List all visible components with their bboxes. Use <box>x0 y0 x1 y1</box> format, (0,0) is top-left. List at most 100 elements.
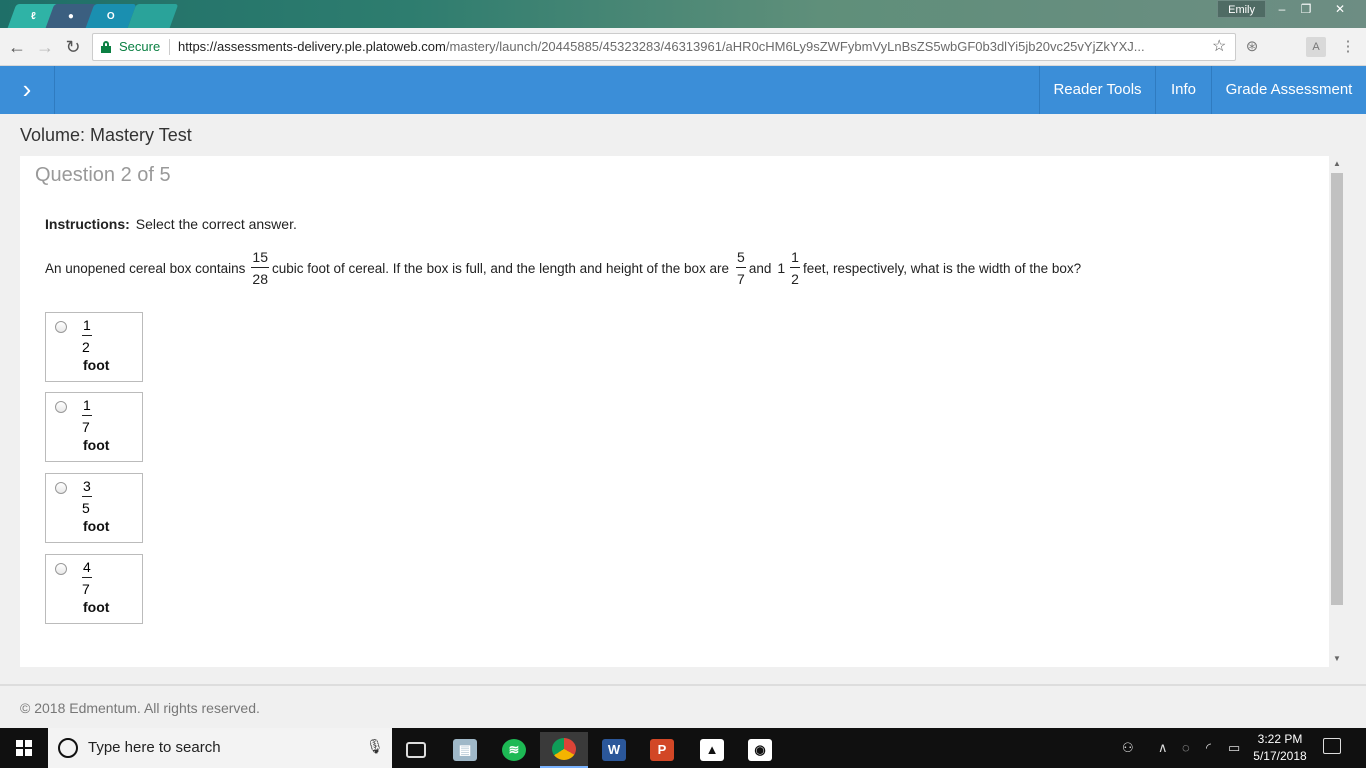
battery-icon[interactable]: ▭ <box>1228 740 1240 756</box>
extension-icon[interactable]: ⊛ <box>1242 37 1262 57</box>
clock-date: 5/17/2018 <box>1253 749 1307 763</box>
forward-arrow-icon[interactable]: → <box>34 36 56 58</box>
answer-option-3[interactable]: 3 5 foot <box>45 473 143 543</box>
fraction-denominator: 7 <box>82 581 90 597</box>
url-host: https://assessments-delivery.ple.platowe… <box>178 39 446 54</box>
option-unit: foot <box>83 357 110 373</box>
info-button[interactable]: Info <box>1155 66 1211 114</box>
chrome-icon[interactable] <box>540 732 588 768</box>
fraction-height: 1 2 <box>790 249 800 287</box>
clock-time: 3:22 PM <box>1257 732 1303 746</box>
scrollbar[interactable]: ▲ ▼ <box>1329 156 1345 667</box>
fraction-length: 5 7 <box>736 249 746 287</box>
system-clock[interactable]: 3:22 PM 5/17/2018 <box>1250 731 1310 765</box>
people-icon[interactable]: ⚇ <box>1122 740 1134 756</box>
new-tab-button[interactable] <box>127 4 179 28</box>
close-icon[interactable]: ✕ <box>1326 0 1354 18</box>
answer-option-2[interactable]: 1 7 foot <box>45 392 143 462</box>
option-unit: foot <box>83 518 110 534</box>
taskbar: Type here to search 🎙 ▤ ≋ W P ▲ ◉ ⚇ ∧ ◌ … <box>0 728 1366 768</box>
question-part-4: feet, respectively, what is the width of… <box>802 260 1082 276</box>
question-part-3: and <box>748 260 772 276</box>
fraction-volume: 15 28 <box>251 249 269 287</box>
option-fraction: 1 7 <box>82 397 92 435</box>
pdf-extension-icon[interactable]: A <box>1306 37 1326 57</box>
page-title: Volume: Mastery Test <box>20 125 192 145</box>
option-fraction: 1 2 <box>82 317 92 355</box>
tab-favicon-icon: ● <box>67 10 75 22</box>
divider <box>0 684 1366 686</box>
menu-kebab-icon[interactable]: ⋮ <box>1338 37 1358 57</box>
browser-tab-strip: ℓ ● O Emily – ❐ ✕ <box>0 0 1366 28</box>
wifi-icon[interactable]: ◜ <box>1206 740 1211 756</box>
option-unit: foot <box>83 599 110 615</box>
fraction-denominator: 2 <box>82 339 90 355</box>
browser-toolbar: ← → ↻ Secure https://assessments-deliver… <box>0 28 1366 66</box>
outlook-tab-icon: O <box>107 10 115 22</box>
instructions-text: Select the correct answer. <box>135 216 297 232</box>
fraction-denominator: 7 <box>737 271 745 287</box>
answer-option-4[interactable]: 4 7 foot <box>45 554 143 624</box>
fraction-denominator: 7 <box>82 419 90 435</box>
fraction-numerator: 3 <box>82 478 92 497</box>
restore-icon[interactable]: ❐ <box>1292 0 1320 18</box>
lock-icon <box>101 41 111 53</box>
fraction-numerator: 5 <box>736 249 746 268</box>
url-text: https://assessments-delivery.ple.platowe… <box>178 34 1145 60</box>
copyright-text: © 2018 Edmentum. All rights reserved. <box>20 700 260 716</box>
camera-icon[interactable]: ◉ <box>736 732 784 768</box>
back-arrow-icon[interactable]: ← <box>6 36 28 58</box>
photos-icon[interactable]: ▲ <box>688 732 736 768</box>
url-path: /mastery/launch/20445885/45323283/463139… <box>445 39 1145 54</box>
scroll-down-icon[interactable]: ▼ <box>1333 654 1341 663</box>
cortana-icon <box>58 738 78 758</box>
reload-icon[interactable]: ↻ <box>62 36 84 58</box>
divider <box>169 39 170 55</box>
microphone-icon[interactable]: 🎙 <box>366 738 384 755</box>
chevron-right-icon[interactable]: › <box>0 66 55 114</box>
radio-button[interactable] <box>55 482 67 494</box>
task-view-icon[interactable] <box>392 732 440 768</box>
fraction-numerator: 15 <box>251 249 269 268</box>
question-counter: Question 2 of 5 <box>35 164 171 186</box>
windows-logo-icon <box>16 740 32 756</box>
secure-label: Secure <box>119 39 161 54</box>
radio-button[interactable] <box>55 563 67 575</box>
option-unit: foot <box>83 437 110 453</box>
fraction-numerator: 4 <box>82 559 92 578</box>
option-fraction: 4 7 <box>82 559 92 597</box>
question-text: An unopened cereal box contains 15 28 cu… <box>45 248 1081 288</box>
fraction-numerator: 1 <box>790 249 800 268</box>
powerpoint-icon[interactable]: P <box>638 732 686 768</box>
reader-tools-button[interactable]: Reader Tools <box>1039 66 1155 114</box>
question-part-2: cubic foot of cereal. If the box is full… <box>271 260 730 276</box>
scroll-up-icon[interactable]: ▲ <box>1333 159 1341 168</box>
fraction-denominator: 5 <box>82 500 90 516</box>
file-explorer-icon[interactable]: ▤ <box>441 732 489 768</box>
word-icon[interactable]: W <box>590 732 638 768</box>
search-placeholder: Type here to search <box>88 739 221 756</box>
question-card: Question 2 of 5 Instructions: Select the … <box>20 156 1329 667</box>
action-center-icon[interactable] <box>1323 738 1341 754</box>
instructions: Instructions: Select the correct answer. <box>45 216 297 232</box>
answer-option-1[interactable]: 1 2 foot <box>45 312 143 382</box>
bookmark-star-icon[interactable]: ☆ <box>1212 34 1226 60</box>
radio-button[interactable] <box>55 401 67 413</box>
spotify-icon[interactable]: ≋ <box>490 732 538 768</box>
fraction-denominator: 2 <box>791 271 799 287</box>
network-status-icon[interactable]: ◌ <box>1182 740 1190 755</box>
profile-chip[interactable]: Emily <box>1217 0 1266 18</box>
mixed-whole: 1 <box>777 260 786 276</box>
radio-button[interactable] <box>55 321 67 333</box>
grade-assessment-button[interactable]: Grade Assessment <box>1211 66 1366 114</box>
fraction-numerator: 1 <box>82 397 92 416</box>
question-part-1: An unopened cereal box contains <box>45 260 246 276</box>
instructions-label: Instructions: <box>45 216 130 232</box>
option-fraction: 3 5 <box>82 478 92 516</box>
chevron-up-icon[interactable]: ∧ <box>1158 740 1168 756</box>
address-bar[interactable]: Secure https://assessments-delivery.ple.… <box>92 33 1236 61</box>
scroll-thumb[interactable] <box>1331 173 1343 605</box>
taskbar-search-box[interactable]: Type here to search 🎙 <box>48 728 392 768</box>
start-button[interactable] <box>0 728 48 768</box>
app-header: › Reader Tools Info Grade Assessment <box>0 66 1366 114</box>
